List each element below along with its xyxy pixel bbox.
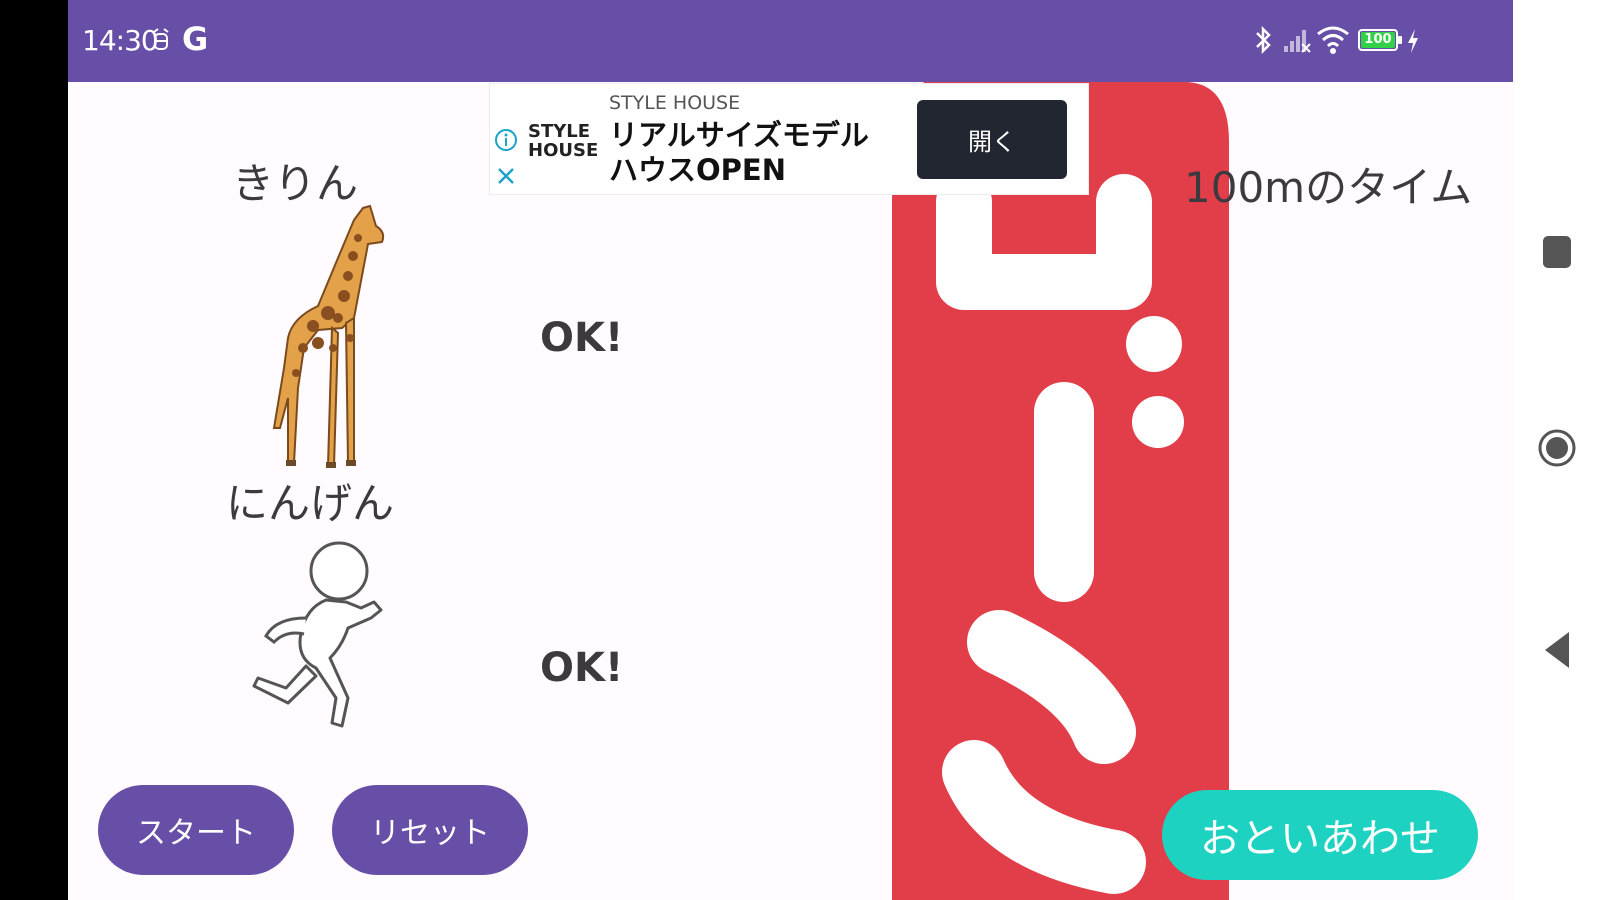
google-g-icon: G (182, 20, 209, 58)
runner-image (252, 541, 383, 728)
ad-headline[interactable]: リアルサイズモデル ハウスOPEN (609, 118, 869, 188)
ad-advertiser: STYLE HOUSE (609, 92, 741, 114)
charging-icon (1408, 29, 1418, 53)
ad-headline-line1: リアルサイズモデル (609, 118, 869, 152)
ad-brand-line1: STYLE (528, 121, 591, 142)
human-label: にんげん (226, 479, 395, 528)
ad-open-button[interactable]: 開く (917, 100, 1067, 179)
battery-level: 100 (1364, 32, 1392, 47)
battery-icon: 100 (1358, 29, 1402, 51)
back-icon[interactable] (1543, 630, 1573, 670)
time-label: 100mのタイム (1184, 163, 1473, 212)
recents-icon[interactable] (1543, 236, 1571, 268)
wifi-icon (1317, 26, 1349, 54)
navigation-bar (1513, 0, 1600, 900)
home-icon[interactable] (1537, 428, 1577, 468)
alarm-icon (153, 28, 169, 50)
signal-icon (1284, 30, 1311, 53)
giraffe-ok-status: OK! (540, 315, 624, 361)
info-icon[interactable] (494, 128, 518, 152)
ad-brand-logo: STYLE HOUSE (528, 122, 598, 160)
ad-headline-line2: ハウスOPEN (609, 153, 786, 187)
contact-button[interactable]: おといあわせ (1162, 790, 1478, 880)
giraffe-image (272, 204, 385, 468)
close-icon[interactable] (496, 166, 516, 186)
ad-banner[interactable]: STYLE HOUSE STYLE HOUSE リアルサイズモデル ハウスOPE… (489, 83, 1089, 195)
ad-brand-line2: HOUSE (528, 140, 599, 161)
reset-button[interactable]: リセット (332, 785, 528, 875)
start-button[interactable]: スタート (98, 785, 294, 875)
bluetooth-icon (1256, 25, 1271, 55)
human-ok-status: OK! (540, 645, 624, 691)
status-time: 14:30 (82, 24, 159, 57)
app-screen: 14:30 G 100 きりん にんげん 100mのタイム OK! OK! ST… (68, 0, 1513, 900)
status-bar: 14:30 G 100 (68, 0, 1513, 82)
